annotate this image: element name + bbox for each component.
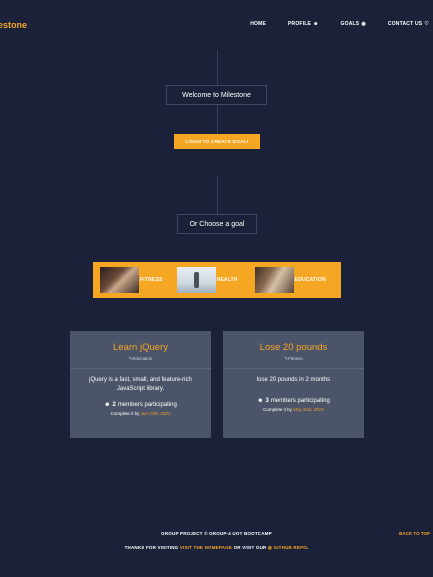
brand-logo[interactable]: estone: [0, 20, 27, 30]
deadline-date: Jun 27th, 2021: [140, 411, 171, 416]
user-icon: ☻: [313, 21, 319, 27]
nav-profile-label: PROFILE: [288, 21, 312, 27]
goal-card[interactable]: Learn jQuery ✎Education jQuery is a fast…: [70, 331, 211, 438]
back-to-top-link[interactable]: BACK TO TOP: [399, 531, 430, 536]
connector-line: [217, 176, 218, 214]
deadline-prefix: Complete it by: [263, 407, 292, 412]
users-icon: ☻: [104, 402, 111, 408]
category-bar: FITNESS HEALTH EDUCATION: [93, 262, 341, 298]
goal-card-deadline: Complete it by May 31st, 2021: [263, 407, 324, 412]
nav-home[interactable]: HOME: [250, 21, 266, 27]
nav-goals-label: GOALS: [340, 21, 360, 27]
goal-card-title[interactable]: Lose 20 pounds: [260, 342, 328, 353]
github-icon: ◍: [267, 545, 273, 550]
nav-goals[interactable]: GOALS ◉: [341, 21, 366, 27]
github-repo-label: GITHUB REPO: [273, 545, 307, 550]
members-count: 2: [112, 402, 116, 408]
category-fitness-label: FITNESS: [140, 277, 163, 283]
thanks-text: THANKS FOR VISITING: [124, 545, 179, 550]
connector-line: [217, 105, 218, 134]
login-button[interactable]: LOGIN TO CREATE GOAL!: [174, 134, 260, 149]
connector-line: [217, 50, 218, 85]
members-text: members participating: [117, 402, 177, 408]
nav-contact-label: CONTACT US: [387, 21, 423, 27]
members-text: members participating: [270, 398, 330, 404]
category-health[interactable]: HEALTH: [176, 267, 238, 293]
goal-card-title[interactable]: Learn jQuery: [113, 342, 168, 353]
members-count: 3: [265, 398, 269, 404]
education-image: [254, 267, 294, 293]
category-health-label: HEALTH: [216, 277, 238, 283]
goal-card[interactable]: Lose 20 pounds ✎Fitness lose 20 pounds i…: [223, 331, 364, 438]
footer-thanks: THANKS FOR VISITING VISIT THE HOMEPAGE O…: [0, 545, 433, 551]
goal-card-category: ✎Fitness: [284, 356, 303, 361]
goal-card-description: jQuery is a fast, small, and feature-ric…: [89, 377, 192, 392]
divider: [70, 368, 211, 369]
welcome-title: Welcome to Milestone: [166, 85, 267, 105]
category-fitness[interactable]: FITNESS: [100, 267, 163, 293]
health-image: [176, 267, 216, 293]
goal-card-description: lose 20 pounds in 2 months: [256, 377, 331, 383]
users-icon: ☻: [257, 398, 264, 404]
divider: [223, 368, 364, 369]
deadline-date: May 31st, 2021: [293, 407, 324, 412]
category-education[interactable]: EDUCATION: [254, 267, 326, 293]
github-repo-link[interactable]: ◍ GITHUB REPO: [268, 545, 307, 550]
nav-contact[interactable]: CONTACT US ♡: [388, 21, 429, 27]
deadline-prefix: Complete it by: [110, 411, 140, 416]
goal-card-members: ☻ 2 members participating: [104, 402, 177, 408]
or-visit-text: OR VISIT OUR: [233, 545, 267, 550]
footer-end: .: [306, 545, 309, 550]
goal-card-deadline: Complete it by Jun 27th, 2021: [111, 411, 171, 416]
nav-profile[interactable]: PROFILE ☻: [288, 21, 319, 27]
footer-copyright: GROUP PROJECT © GROUP-4 UOT BOOTCAMP: [161, 531, 272, 536]
homepage-link[interactable]: VISIT THE HOMEPAGE: [180, 545, 232, 550]
target-icon: ◉: [361, 21, 366, 27]
heart-icon: ♡: [424, 21, 429, 27]
main-nav: HOME PROFILE ☻ GOALS ◉ CONTACT US ♡: [250, 21, 429, 27]
fitness-image: [100, 267, 139, 293]
choose-goal-title: Or Choose a goal: [177, 214, 257, 234]
category-education-label: EDUCATION: [294, 277, 326, 283]
goal-card-category: ✎Education: [128, 356, 153, 361]
nav-home-label: HOME: [250, 21, 266, 27]
goal-card-members: ☻ 3 members participating: [257, 398, 330, 404]
